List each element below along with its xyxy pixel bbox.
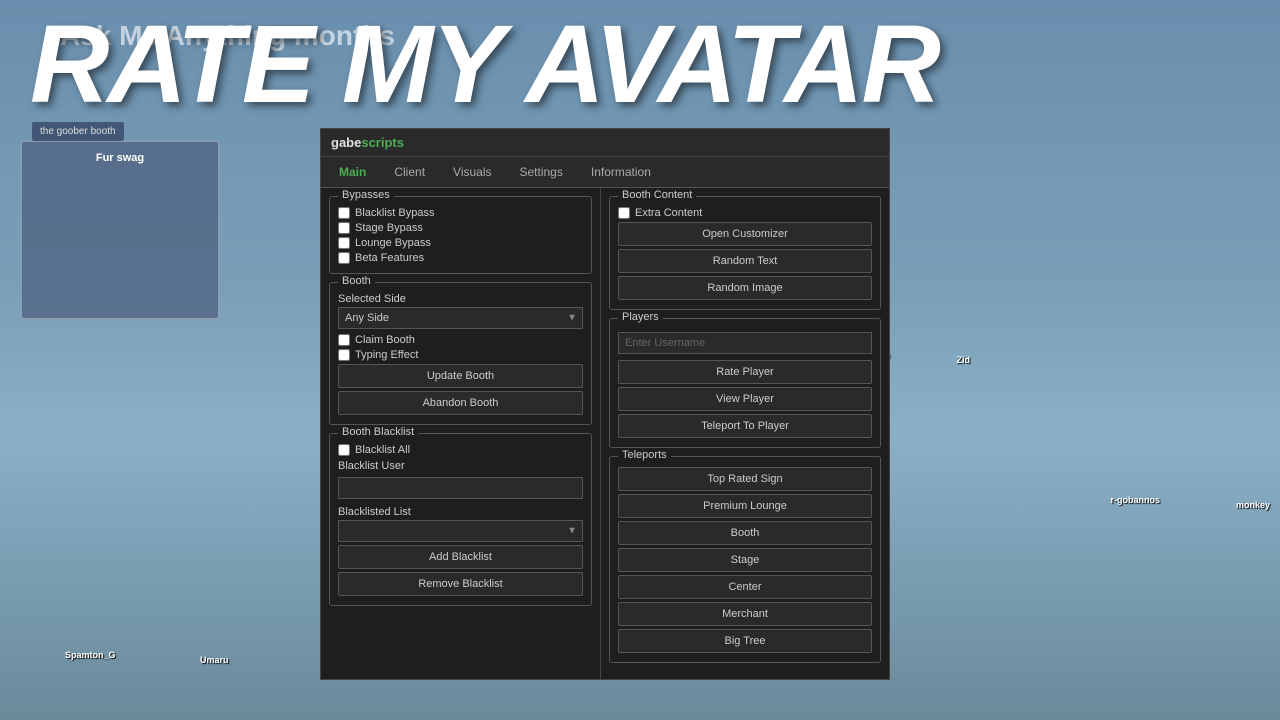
tab-settings[interactable]: Settings [508,161,575,183]
claim-booth-checkbox[interactable] [338,334,350,346]
booth-fur-swag: Fur swag [96,152,144,164]
bypass-blacklist-checkbox[interactable] [338,207,350,219]
rate-player-button[interactable]: Rate Player [618,360,872,384]
bypass-beta-checkbox[interactable] [338,252,350,264]
teleports-inner: Top Rated Sign Premium Lounge Booth Stag… [618,467,872,653]
player-name-zid: Zid [957,355,971,365]
open-customizer-button[interactable]: Open Customizer [618,222,872,246]
bypasses-inner: Blacklist Bypass Stage Bypass Lounge Byp… [338,207,583,264]
teleport-stage-button[interactable]: Stage [618,548,872,572]
booth-inner: Selected Side Any Side Left Right ▼ Clai… [338,293,583,415]
booth-content-section: Booth Content Extra Content Open Customi… [609,196,881,310]
booth-content-title: Booth Content [618,189,696,201]
bypass-lounge-label: Lounge Bypass [355,237,431,249]
booth-sign-left: the goober booth [32,122,124,141]
player-name-spamton: Spamton_G [65,650,116,660]
bypass-beta-label: Beta Features [355,252,424,264]
claim-booth-row: Claim Booth [338,334,583,346]
bypass-stage-label: Stage Bypass [355,222,423,234]
selected-side-label: Selected Side [338,293,583,305]
blacklist-all-row: Blacklist All [338,444,583,456]
any-side-dropdown[interactable]: Any Side Left Right [338,307,583,329]
bypass-blacklist-row: Blacklist Bypass [338,207,583,219]
teleport-center-button[interactable]: Center [618,575,872,599]
bypass-stage-row: Stage Bypass [338,222,583,234]
booth-section: Booth Selected Side Any Side Left Right … [329,282,592,425]
brand-gabe: gabe [331,135,361,150]
brand-scripts: scripts [361,135,404,150]
tab-main[interactable]: Main [327,161,378,183]
random-text-button[interactable]: Random Text [618,249,872,273]
player-name-umaru: Umaru [200,655,229,665]
game-booth-left: the goober booth Fur swag [20,140,220,320]
typing-effect-checkbox[interactable] [338,349,350,361]
teleport-merchant-button[interactable]: Merchant [618,602,872,626]
remove-blacklist-button[interactable]: Remove Blacklist [338,572,583,596]
bypasses-section: Bypasses Blacklist Bypass Stage Bypass L… [329,196,592,274]
teleport-premium-lounge-button[interactable]: Premium Lounge [618,494,872,518]
bypass-beta-row: Beta Features [338,252,583,264]
view-player-button[interactable]: View Player [618,387,872,411]
player-name-rgobannos: r-gobannos [1111,495,1161,505]
booth-content-inner: Extra Content Open Customizer Random Tex… [618,207,872,300]
blacklisted-list-dropdown-wrapper: ▼ [338,520,583,542]
tab-client[interactable]: Client [382,161,437,183]
blacklisted-list-dropdown[interactable] [338,520,583,542]
abandon-booth-button[interactable]: Abandon Booth [338,391,583,415]
gui-panel: gabescripts Main Client Visuals Settings… [320,128,890,680]
teleports-section: Teleports Top Rated Sign Premium Lounge … [609,456,881,663]
bypasses-title: Bypasses [338,189,394,201]
tab-visuals[interactable]: Visuals [441,161,503,183]
players-section-title: Players [618,311,663,323]
teleports-title: Teleports [618,449,671,461]
bypass-stage-checkbox[interactable] [338,222,350,234]
extra-content-label: Extra Content [635,207,702,219]
update-booth-button[interactable]: Update Booth [338,364,583,388]
tab-information[interactable]: Information [579,161,663,183]
bypass-lounge-checkbox[interactable] [338,237,350,249]
bypass-lounge-row: Lounge Bypass [338,237,583,249]
extra-content-row: Extra Content [618,207,872,219]
random-image-button[interactable]: Random Image [618,276,872,300]
bypass-blacklist-label: Blacklist Bypass [355,207,434,219]
col-left: Bypasses Blacklist Bypass Stage Bypass L… [321,188,601,679]
players-section: Players Rate Player View Player Teleport… [609,318,881,448]
col-right: Booth Content Extra Content Open Customi… [601,188,889,679]
player-name-monkey: monkey [1236,500,1270,510]
claim-booth-label: Claim Booth [355,334,415,346]
enter-username-input[interactable] [618,332,872,354]
teleport-top-rated-sign-button[interactable]: Top Rated Sign [618,467,872,491]
typing-effect-row: Typing Effect [338,349,583,361]
blacklisted-list-label: Blacklisted List [338,506,583,518]
teleport-to-player-button[interactable]: Teleport To Player [618,414,872,438]
booth-section-title: Booth [338,275,375,287]
blacklist-user-input[interactable] [338,477,583,499]
tab-bar: Main Client Visuals Settings Information [321,157,889,188]
teleport-booth-button[interactable]: Booth [618,521,872,545]
blacklist-user-label: Blacklist User [338,460,583,472]
gui-header: gabescripts [321,129,889,157]
players-inner: Rate Player View Player Teleport To Play… [618,329,872,438]
extra-content-checkbox[interactable] [618,207,630,219]
add-blacklist-button[interactable]: Add Blacklist [338,545,583,569]
booth-blacklist-section: Booth Blacklist Blacklist All Blacklist … [329,433,592,606]
gui-body: Bypasses Blacklist Bypass Stage Bypass L… [321,188,889,679]
blacklist-all-checkbox[interactable] [338,444,350,456]
booth-blacklist-title: Booth Blacklist [338,426,418,438]
blacklist-all-label: Blacklist All [355,444,410,456]
booth-blacklist-inner: Blacklist All Blacklist User Blacklisted… [338,444,583,596]
any-side-dropdown-wrapper: Any Side Left Right ▼ [338,307,583,329]
teleport-big-tree-button[interactable]: Big Tree [618,629,872,653]
typing-effect-label: Typing Effect [355,349,418,361]
